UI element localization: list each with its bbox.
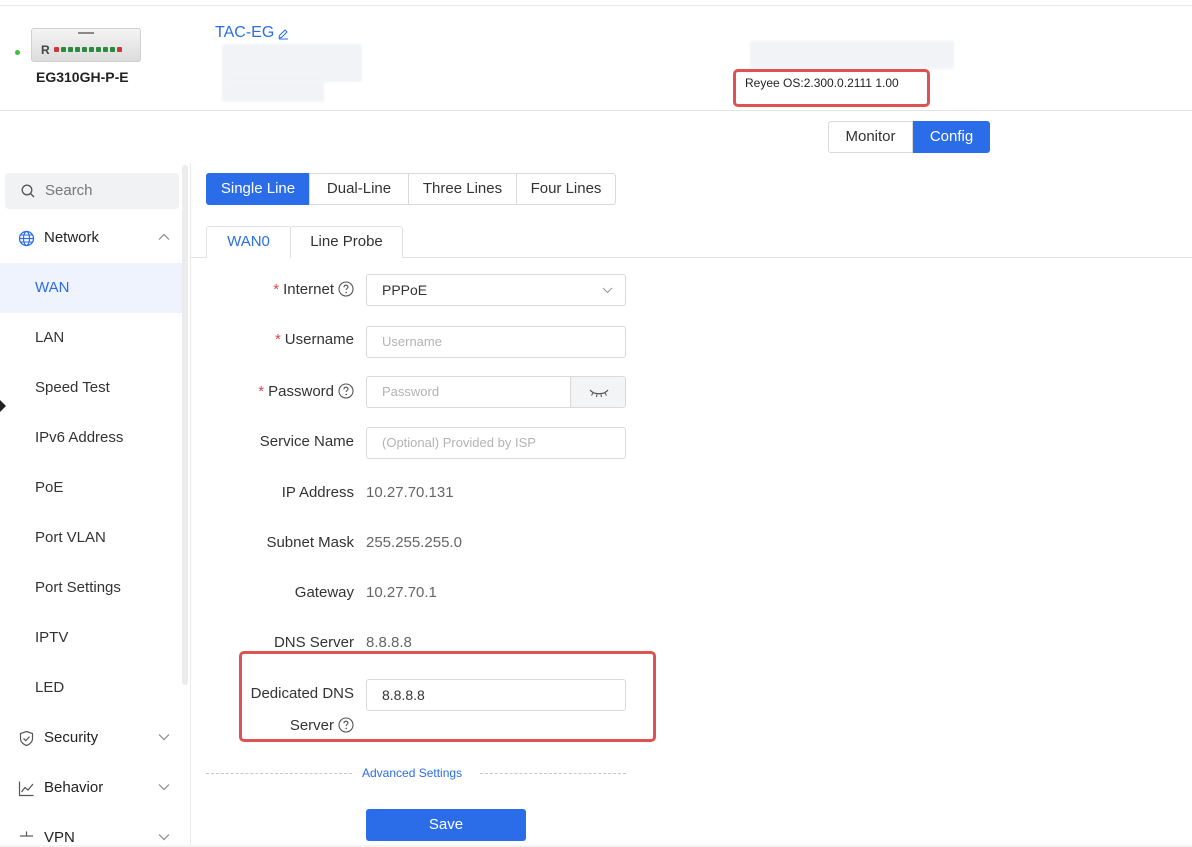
sidebar-item-ipv6-address[interactable]: IPv6 Address — [0, 413, 188, 463]
ip-address-label: IP Address — [281, 484, 354, 501]
chevron-down-icon — [158, 784, 170, 791]
device-name-link[interactable]: TAC-EG — [215, 24, 274, 42]
subnet-mask-label: Subnet Mask — [266, 534, 354, 551]
redacted-block — [222, 44, 362, 82]
sidebar-divider — [190, 163, 191, 847]
tab-single-line[interactable]: Single Line — [206, 173, 310, 205]
tab-wan0[interactable]: WAN0 — [206, 226, 291, 258]
shield-icon — [19, 730, 34, 747]
internet-type-select[interactable]: PPPoE — [366, 274, 626, 306]
sidebar: Search Network WAN LAN Speed Test IPv6 A… — [0, 163, 190, 847]
dns-server-label: DNS Server — [273, 634, 354, 651]
chart-icon — [18, 781, 34, 797]
sidebar-group-network[interactable]: Network — [0, 213, 183, 263]
device-header: R EG310GH-P-E TAC-EG — [0, 6, 1192, 111]
advanced-divider — [480, 773, 626, 774]
advanced-divider — [206, 773, 352, 774]
redacted-block — [222, 80, 324, 102]
internet-label-text: Internet — [283, 281, 334, 298]
gateway-value: 10.27.70.1 — [366, 584, 437, 601]
sidebar-item-label: Port VLAN — [35, 529, 106, 546]
sidebar-item-poe[interactable]: PoE — [0, 463, 188, 513]
device-knob — [78, 32, 94, 34]
dns-server-value: 8.8.8.8 — [366, 634, 412, 651]
internet-label: * Internet — [273, 281, 354, 298]
globe-icon — [18, 230, 35, 247]
sidebar-item-port-vlan[interactable]: Port VLAN — [0, 513, 188, 563]
username-label-text: Username — [284, 331, 354, 348]
search-placeholder: Search — [45, 182, 93, 199]
password-input[interactable]: Password — [366, 376, 571, 408]
eye-closed-icon — [589, 389, 609, 398]
highlight-box — [239, 651, 656, 742]
gateway-label: Gateway — [294, 584, 354, 601]
sidebar-group-label: VPN — [44, 829, 75, 846]
mode-toggle: Monitor Config — [828, 121, 990, 153]
ip-address-value: 10.27.70.131 — [366, 484, 454, 501]
subnet-mask-value: 255.255.255.0 — [366, 534, 462, 551]
username-label: * Username — [275, 331, 354, 348]
chevron-down-icon — [158, 734, 170, 741]
tab-dual-line[interactable]: Dual-Line — [309, 173, 409, 205]
device-image: R — [31, 28, 141, 62]
username-input[interactable]: Username — [366, 326, 626, 358]
sidebar-scrollbar[interactable] — [182, 165, 188, 685]
highlight-box — [733, 69, 930, 107]
tabs-underline — [191, 257, 206, 258]
collapse-sidebar-icon[interactable] — [0, 400, 6, 412]
chevron-up-icon — [158, 233, 170, 240]
help-icon[interactable] — [338, 281, 354, 297]
sidebar-item-wan[interactable]: WAN — [0, 263, 188, 313]
help-icon[interactable] — [338, 383, 354, 399]
sidebar-item-speed-test[interactable]: Speed Test — [0, 363, 188, 413]
line-mode-tabs: Single Line Dual-Line Three Lines Four L… — [206, 173, 616, 205]
device-brand-letter: R — [41, 43, 50, 57]
wan-sub-tabs: WAN0 Line Probe — [206, 226, 403, 258]
required-mark: * — [273, 281, 280, 298]
sidebar-item-label: IPv6 Address — [35, 429, 124, 446]
password-label: * Password — [258, 383, 354, 400]
chevron-down-icon — [602, 287, 613, 294]
toggle-password-visibility[interactable] — [570, 376, 626, 408]
device-ports — [54, 47, 122, 52]
chevron-down-icon — [158, 834, 170, 841]
sidebar-item-label: Port Settings — [35, 579, 121, 596]
sidebar-group-security[interactable]: Security — [0, 713, 183, 763]
redacted-block — [750, 41, 954, 69]
sidebar-item-label: WAN — [35, 279, 70, 296]
sidebar-item-label: LED — [35, 679, 65, 696]
tabs-underline — [403, 257, 1192, 258]
tab-four-lines[interactable]: Four Lines — [516, 173, 616, 205]
sidebar-group-behavior[interactable]: Behavior — [0, 763, 183, 813]
required-mark: * — [274, 331, 281, 348]
device-model: EG310GH-P-E — [36, 69, 129, 85]
tab-three-lines[interactable]: Three Lines — [408, 173, 517, 205]
sidebar-item-lan[interactable]: LAN — [0, 313, 188, 363]
save-button[interactable]: Save — [366, 809, 526, 841]
advanced-settings-link[interactable]: Advanced Settings — [362, 766, 462, 780]
internet-type-value: PPPoE — [382, 282, 428, 298]
online-status-dot — [15, 50, 20, 55]
sidebar-group-label: Network — [44, 229, 100, 246]
monitor-button[interactable]: Monitor — [828, 121, 913, 153]
sidebar-item-led[interactable]: LED — [0, 663, 188, 713]
service-name-input[interactable]: (Optional) Provided by ISP — [366, 427, 626, 459]
service-name-label: Service Name — [259, 433, 354, 450]
sidebar-item-label: Speed Test — [35, 379, 110, 396]
required-mark: * — [258, 383, 265, 400]
sidebar-item-label: PoE — [35, 479, 64, 496]
sidebar-group-label: Security — [44, 729, 99, 746]
sidebar-item-label: IPTV — [35, 629, 69, 646]
sidebar-item-port-settings[interactable]: Port Settings — [0, 563, 188, 613]
search-icon — [21, 184, 35, 198]
config-button[interactable]: Config — [913, 121, 990, 153]
sidebar-group-label: Behavior — [44, 779, 104, 796]
tab-line-probe[interactable]: Line Probe — [290, 226, 403, 258]
search-input[interactable]: Search — [5, 173, 179, 209]
sidebar-group-vpn[interactable]: VPN — [0, 813, 183, 847]
edit-icon[interactable] — [277, 28, 289, 40]
password-label-text: Password — [268, 383, 334, 400]
sidebar-item-label: LAN — [35, 329, 65, 346]
sidebar-item-iptv[interactable]: IPTV — [0, 613, 188, 663]
